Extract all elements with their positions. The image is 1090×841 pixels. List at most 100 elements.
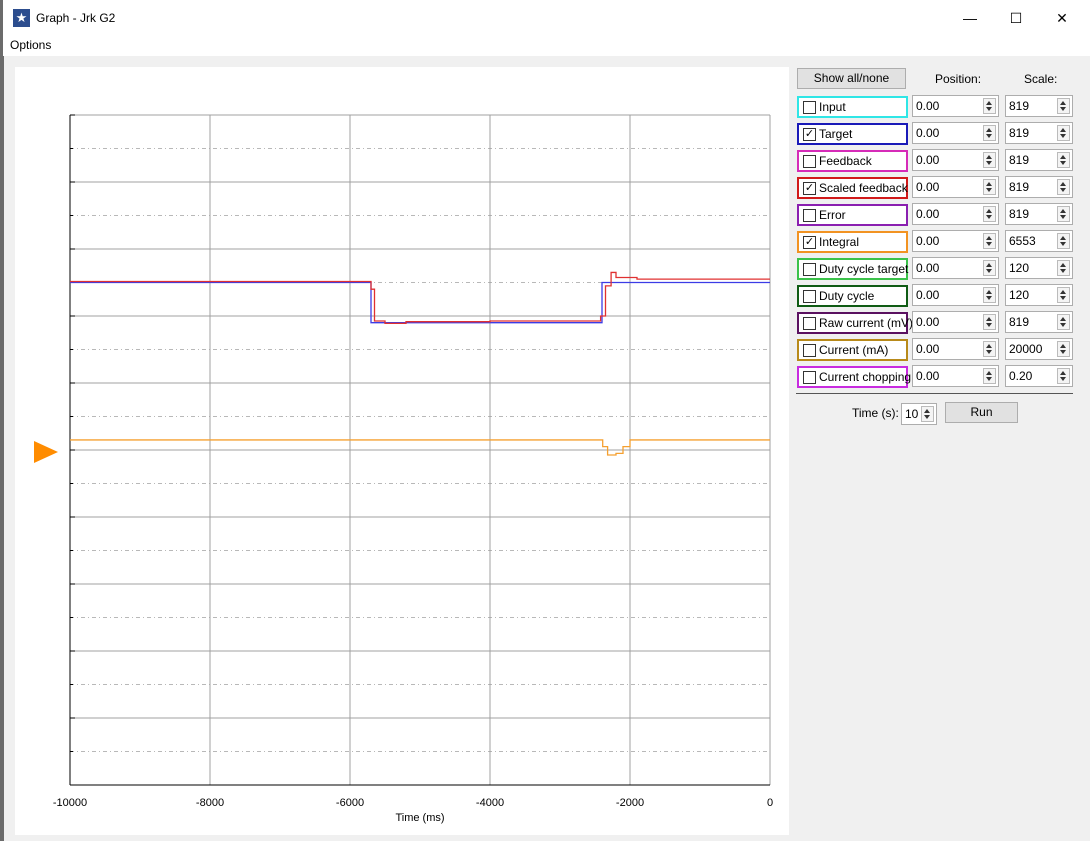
series-toggle-0[interactable]: Input bbox=[797, 96, 908, 118]
series-checkbox[interactable]: ✓ bbox=[803, 182, 816, 195]
spin-arrows-icon[interactable] bbox=[983, 179, 996, 195]
scale-input[interactable]: 819 bbox=[1005, 311, 1073, 333]
scale-input[interactable]: 819 bbox=[1005, 95, 1073, 117]
scale-input[interactable]: 819 bbox=[1005, 149, 1073, 171]
position-input[interactable]: 0.00 bbox=[912, 284, 999, 306]
series-toggle-7[interactable]: Duty cycle bbox=[797, 285, 908, 307]
integral-position-marker[interactable] bbox=[34, 441, 58, 463]
position-input-value: 0.00 bbox=[916, 369, 940, 383]
scale-input[interactable]: 0.20 bbox=[1005, 365, 1073, 387]
x-tick-label: -6000 bbox=[336, 797, 364, 809]
spin-arrows-icon[interactable] bbox=[983, 368, 996, 384]
position-input-value: 0.00 bbox=[916, 315, 940, 329]
position-input[interactable]: 0.00 bbox=[912, 230, 999, 252]
series-toggle-8[interactable]: Raw current (mV) bbox=[797, 312, 913, 334]
spin-arrows-icon[interactable] bbox=[1057, 233, 1070, 249]
spin-arrows-icon[interactable] bbox=[983, 260, 996, 276]
menu-options[interactable]: Options bbox=[10, 38, 51, 52]
series-label: Duty cycle bbox=[819, 289, 875, 303]
position-input[interactable]: 0.00 bbox=[912, 203, 999, 225]
spin-arrows-icon[interactable] bbox=[983, 233, 996, 249]
series-checkbox[interactable] bbox=[803, 371, 816, 384]
spin-arrows-icon[interactable] bbox=[1057, 260, 1070, 276]
spin-arrows-icon[interactable] bbox=[1057, 368, 1070, 384]
spin-arrows-icon[interactable] bbox=[983, 98, 996, 114]
series-toggle-9[interactable]: Current (mA) bbox=[797, 339, 908, 361]
series-label: Input bbox=[819, 100, 846, 114]
series-checkbox[interactable] bbox=[803, 101, 816, 114]
x-tick-label: -4000 bbox=[476, 797, 504, 809]
minimize-icon[interactable]: — bbox=[947, 0, 993, 36]
position-input[interactable]: 0.00 bbox=[912, 365, 999, 387]
position-input[interactable]: 0.00 bbox=[912, 176, 999, 198]
scale-input-value: 819 bbox=[1009, 126, 1030, 140]
position-input-value: 0.00 bbox=[916, 342, 940, 356]
series-line-integral bbox=[70, 439, 770, 456]
scale-input[interactable]: 20000 bbox=[1005, 338, 1073, 360]
series-checkbox[interactable]: ✓ bbox=[803, 128, 816, 141]
series-checkbox[interactable] bbox=[803, 209, 816, 222]
time-spin-arrows-icon[interactable] bbox=[921, 406, 934, 422]
spin-arrows-icon[interactable] bbox=[1057, 206, 1070, 222]
scale-input-value: 20000 bbox=[1009, 342, 1043, 356]
series-checkbox[interactable]: ✓ bbox=[803, 236, 816, 249]
series-checkbox[interactable] bbox=[803, 317, 816, 330]
position-input[interactable]: 0.00 bbox=[912, 311, 999, 333]
time-input[interactable]: 10 bbox=[901, 403, 937, 425]
scale-input[interactable]: 819 bbox=[1005, 176, 1073, 198]
series-toggle-5[interactable]: ✓ Integral bbox=[797, 231, 908, 253]
spin-arrows-icon[interactable] bbox=[1057, 341, 1070, 357]
position-input-value: 0.00 bbox=[916, 234, 940, 248]
spin-arrows-icon[interactable] bbox=[1057, 314, 1070, 330]
series-toggle-1[interactable]: ✓ Target bbox=[797, 123, 908, 145]
series-checkbox[interactable] bbox=[803, 344, 816, 357]
show-all-none-button[interactable]: Show all/none bbox=[797, 68, 906, 89]
position-input-value: 0.00 bbox=[916, 126, 940, 140]
series-label: Error bbox=[819, 208, 846, 222]
spin-arrows-icon[interactable] bbox=[983, 314, 996, 330]
series-label: Current chopping bbox=[819, 370, 912, 384]
maximize-icon[interactable]: ☐ bbox=[993, 0, 1039, 36]
run-button[interactable]: Run bbox=[945, 402, 1018, 423]
position-input[interactable]: 0.00 bbox=[912, 122, 999, 144]
spin-arrows-icon[interactable] bbox=[1057, 287, 1070, 303]
position-input[interactable]: 0.00 bbox=[912, 338, 999, 360]
position-input[interactable]: 0.00 bbox=[912, 95, 999, 117]
scale-input-value: 0.20 bbox=[1009, 369, 1033, 383]
spin-arrows-icon[interactable] bbox=[983, 287, 996, 303]
series-toggle-6[interactable]: Duty cycle target bbox=[797, 258, 908, 280]
scale-input[interactable]: 120 bbox=[1005, 257, 1073, 279]
scale-input[interactable]: 819 bbox=[1005, 122, 1073, 144]
series-label: Current (mA) bbox=[819, 343, 889, 357]
window-title: Graph - Jrk G2 bbox=[36, 11, 116, 25]
scale-input-value: 120 bbox=[1009, 261, 1030, 275]
spin-arrows-icon[interactable] bbox=[983, 152, 996, 168]
series-label: Scaled feedback bbox=[819, 181, 908, 195]
spin-arrows-icon[interactable] bbox=[983, 206, 996, 222]
series-label: Feedback bbox=[819, 154, 872, 168]
graph-area[interactable]: -10000 -8000 -6000 -4000 -2000 0 Time (ms) bbox=[15, 67, 789, 835]
series-toggle-4[interactable]: Error bbox=[797, 204, 908, 226]
scale-input[interactable]: 6553 bbox=[1005, 230, 1073, 252]
spin-arrows-icon[interactable] bbox=[1057, 152, 1070, 168]
position-input-value: 0.00 bbox=[916, 99, 940, 113]
spin-arrows-icon[interactable] bbox=[1057, 98, 1070, 114]
position-input[interactable]: 0.00 bbox=[912, 149, 999, 171]
series-checkbox[interactable] bbox=[803, 155, 816, 168]
series-checkbox[interactable] bbox=[803, 263, 816, 276]
series-toggle-3[interactable]: ✓ Scaled feedback bbox=[797, 177, 908, 199]
position-input-value: 0.00 bbox=[916, 261, 940, 275]
spin-arrows-icon[interactable] bbox=[983, 341, 996, 357]
spin-arrows-icon[interactable] bbox=[1057, 125, 1070, 141]
spin-arrows-icon[interactable] bbox=[983, 125, 996, 141]
scale-input[interactable]: 120 bbox=[1005, 284, 1073, 306]
series-checkbox[interactable] bbox=[803, 290, 816, 303]
series-toggle-10[interactable]: Current chopping bbox=[797, 366, 912, 388]
series-toggle-2[interactable]: Feedback bbox=[797, 150, 908, 172]
scale-input[interactable]: 819 bbox=[1005, 203, 1073, 225]
spin-arrows-icon[interactable] bbox=[1057, 179, 1070, 195]
position-input[interactable]: 0.00 bbox=[912, 257, 999, 279]
close-icon[interactable]: ✕ bbox=[1039, 0, 1085, 36]
position-input-value: 0.00 bbox=[916, 288, 940, 302]
x-tick-label: -2000 bbox=[616, 797, 644, 809]
